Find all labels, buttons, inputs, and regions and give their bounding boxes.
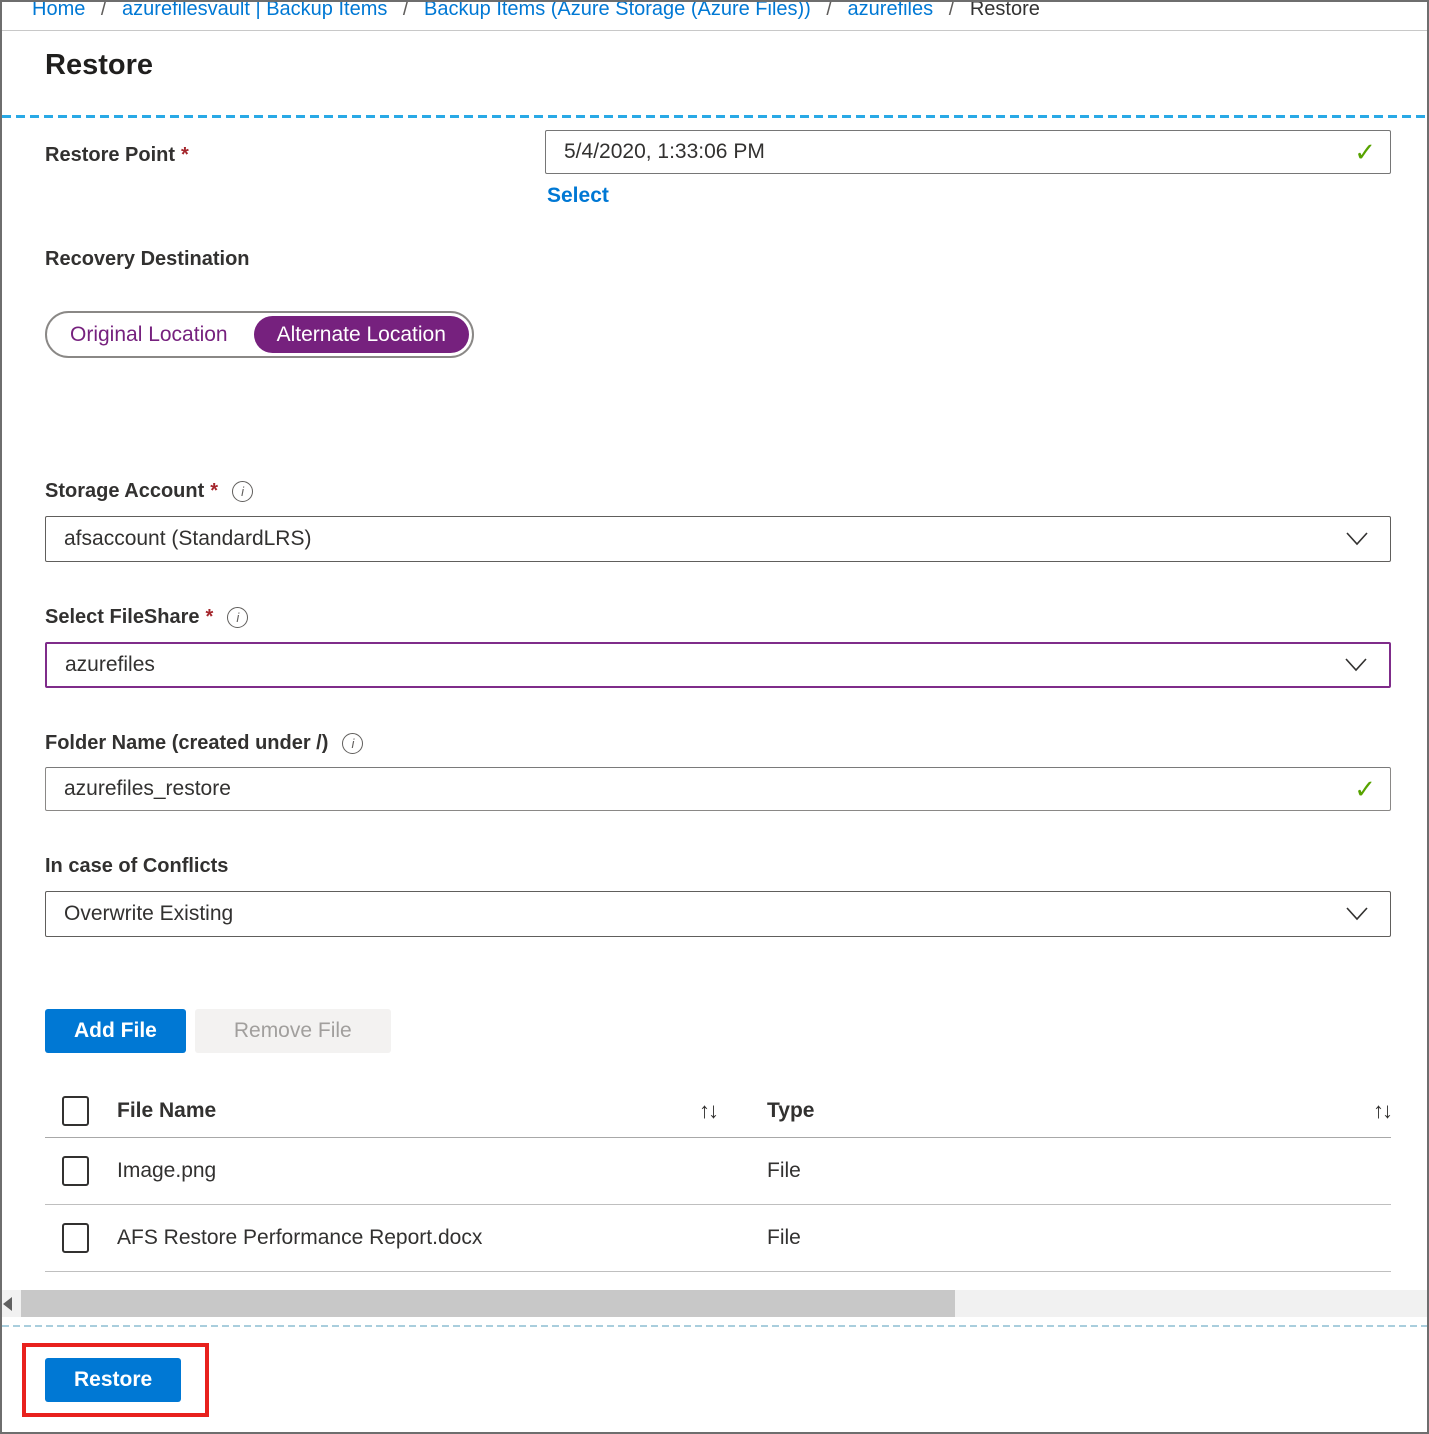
chevron-down-icon (1345, 658, 1367, 672)
storage-account-dropdown[interactable]: afsaccount (StandardLRS) (45, 516, 1391, 562)
type-cell: File (767, 1159, 1351, 1183)
restore-point-input[interactable] (546, 140, 1390, 164)
valid-check-icon: ✓ (1354, 776, 1376, 802)
scroll-left-arrow-icon[interactable] (3, 1297, 12, 1311)
chevron-down-icon (1346, 907, 1368, 921)
required-asterisk: * (206, 606, 214, 629)
file-name-cell: Image.png (117, 1159, 699, 1183)
table-row[interactable]: AFS Restore Performance Report.docx File (45, 1205, 1391, 1272)
breadcrumb: Home / azurefilesvault | Backup Items / … (2, 2, 1427, 31)
conflicts-value: Overwrite Existing (64, 902, 233, 926)
breadcrumb-separator: / (826, 2, 832, 20)
conflicts-dropdown[interactable]: Overwrite Existing (45, 891, 1391, 937)
restore-point-label: Restore Point * (45, 130, 545, 174)
annotation-highlight: Restore (22, 1343, 209, 1417)
recovery-destination-toggle: Original Location Alternate Location (45, 311, 474, 358)
file-share-value: azurefiles (65, 653, 155, 677)
top-dashed-divider (2, 115, 1427, 118)
info-icon[interactable]: i (232, 481, 253, 502)
table-row[interactable]: Image.png File (45, 1138, 1391, 1205)
breadcrumb-separator: / (101, 2, 107, 20)
file-name-cell: AFS Restore Performance Report.docx (117, 1226, 699, 1250)
folder-name-label: Folder Name (created under /) i (45, 732, 1391, 755)
add-file-button[interactable]: Add File (45, 1009, 186, 1053)
toggle-original-location[interactable]: Original Location (47, 313, 251, 356)
scrollbar-thumb[interactable] (21, 1290, 955, 1317)
breadcrumb-home[interactable]: Home (32, 2, 85, 20)
required-asterisk: * (181, 144, 189, 167)
row-checkbox[interactable] (62, 1156, 89, 1186)
breadcrumb-separator: / (949, 2, 955, 20)
info-icon[interactable]: i (342, 733, 363, 754)
page-title: Restore (45, 49, 1427, 82)
table-header-row: File Name ↑↓ Type ↑↓ (45, 1085, 1391, 1138)
breadcrumb-separator: / (403, 2, 409, 20)
type-column-header: Type (767, 1099, 1351, 1123)
breadcrumb-backup-items[interactable]: Backup Items (Azure Storage (Azure Files… (424, 2, 811, 20)
footer: Restore (2, 1327, 1427, 1417)
breadcrumb-vault[interactable]: azurefilesvault | Backup Items (122, 2, 387, 20)
recovery-destination-label: Recovery Destination (45, 248, 1391, 271)
storage-account-value: afsaccount (StandardLRS) (64, 527, 311, 551)
chevron-down-icon (1346, 532, 1368, 546)
select-restore-point-link[interactable]: Select (547, 184, 609, 208)
breadcrumb-current: Restore (970, 2, 1040, 20)
info-icon[interactable]: i (227, 607, 248, 628)
toggle-alternate-location[interactable]: Alternate Location (254, 316, 469, 353)
select-all-checkbox[interactable] (62, 1096, 89, 1126)
breadcrumb-azurefiles[interactable]: azurefiles (848, 2, 934, 20)
row-checkbox[interactable] (62, 1223, 89, 1253)
file-share-label: Select FileShare * i (45, 606, 1391, 629)
sort-file-name-icon[interactable]: ↑↓ (699, 1098, 717, 1123)
folder-name-field[interactable]: ✓ (45, 767, 1391, 811)
sort-type-icon[interactable]: ↑↓ (1373, 1098, 1391, 1123)
conflicts-label: In case of Conflicts (45, 855, 1391, 878)
file-name-column-header: File Name (117, 1099, 699, 1123)
restore-point-field[interactable]: ✓ (545, 130, 1391, 174)
type-cell: File (767, 1226, 1351, 1250)
remove-file-button[interactable]: Remove File (195, 1009, 391, 1053)
file-share-dropdown[interactable]: azurefiles (45, 642, 1391, 688)
folder-name-input[interactable] (46, 777, 1390, 801)
storage-account-label: Storage Account * i (45, 480, 1391, 503)
file-table: File Name ↑↓ Type ↑↓ Image.png File AFS … (45, 1085, 1391, 1272)
restore-button[interactable]: Restore (45, 1358, 181, 1402)
required-asterisk: * (210, 480, 218, 503)
valid-check-icon: ✓ (1354, 139, 1376, 165)
horizontal-scrollbar[interactable] (2, 1290, 1427, 1317)
